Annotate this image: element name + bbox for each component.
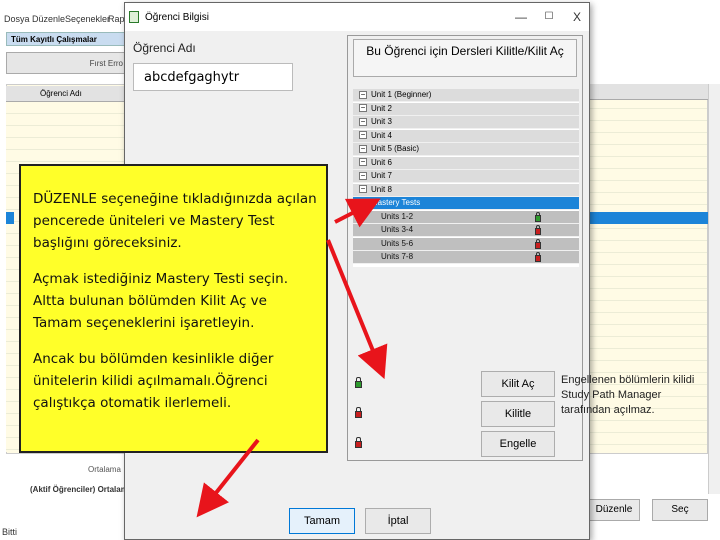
tree-item[interactable]: − Unit 7 <box>353 170 579 183</box>
collapse-icon[interactable]: − <box>359 131 367 140</box>
lock-icon <box>535 211 541 222</box>
unlock-button[interactable]: Kilit Aç <box>481 371 555 397</box>
collapse-icon[interactable]: − <box>359 198 367 207</box>
student-name-label: Öğrenci Adı <box>133 41 196 55</box>
tree-child-label: Units 5-6 <box>381 238 414 248</box>
green-lock-icon <box>355 377 362 388</box>
tree-item-label: Unit 6 <box>371 157 392 167</box>
tree-item[interactable]: − Unit 5 (Basic) <box>353 143 579 156</box>
note-paragraph-2: Açmak istediğiniz Mastery Testi seçin. A… <box>33 271 289 331</box>
tree-item[interactable]: − Unit 3 <box>353 116 579 129</box>
instruction-note: DÜZENLE seçeneğine tıkladığınızda açılan… <box>19 164 328 453</box>
select-button[interactable]: Seç <box>652 499 708 521</box>
ok-button[interactable]: Tamam <box>289 508 355 534</box>
collapse-icon[interactable]: − <box>359 117 367 126</box>
tree-child-item[interactable]: Units 7-8 <box>353 251 579 264</box>
selected-row[interactable] <box>588 212 708 224</box>
block-button[interactable]: Engelle <box>481 431 555 457</box>
footer-active-average: (Aktif Öğrenciler) Ortalama <box>30 485 133 494</box>
tree-item[interactable]: − Unit 2 <box>353 102 579 116</box>
student-name-column-header[interactable]: Öğrenci Adı <box>6 86 126 102</box>
menu-options[interactable]: Seçenekler <box>65 14 110 24</box>
collapse-icon[interactable]: − <box>359 158 367 167</box>
lock-icon <box>535 225 541 235</box>
collapse-icon[interactable]: − <box>359 90 367 99</box>
maximize-icon[interactable]: ☐ <box>535 9 563 25</box>
tree-child-item[interactable]: Units 3-4 <box>353 224 579 237</box>
tree-child-item[interactable]: Units 1-2 <box>353 210 579 224</box>
close-icon[interactable]: X <box>563 9 591 25</box>
collapse-icon[interactable]: − <box>359 104 367 113</box>
tree-item[interactable]: − Unit 6 <box>353 156 579 170</box>
tree-child-label: Units 3-4 <box>381 225 414 234</box>
footer-average: Ortalama <box>88 465 121 474</box>
tree-item-label: Unit 7 <box>371 171 392 180</box>
app-icon <box>129 11 139 23</box>
red-lock-icon <box>355 407 362 418</box>
menu-edit[interactable]: Düzenle <box>32 14 65 24</box>
tree-child-label: Units 1-2 <box>381 211 414 221</box>
tree-item-label: Unit 3 <box>371 117 392 126</box>
tree-item-label: Unit 8 <box>371 184 392 194</box>
lock-icon <box>535 252 541 262</box>
edit-button[interactable]: Düzenle <box>588 499 640 521</box>
filter-button[interactable]: Fırst Erro <box>6 52 128 74</box>
student-name-input[interactable]: abcdefgaghytr <box>133 63 293 91</box>
tree-item-label: Unit 5 (Basic) <box>371 144 420 153</box>
lock-panel-title: Bu Öğrenci için Dersleri Kilitle/Kilit A… <box>353 39 577 77</box>
tree-child-item[interactable]: Units 5-6 <box>353 237 579 251</box>
tree-item[interactable]: − Unit 4 <box>353 129 579 143</box>
tree-item-label: Unit 4 <box>371 130 392 140</box>
menu-file[interactable]: Dosya <box>4 14 30 24</box>
tree-item[interactable]: − Mastery Tests <box>353 197 579 210</box>
tree-item-label: Mastery Tests <box>371 198 421 207</box>
collapse-icon[interactable]: − <box>359 171 367 180</box>
vertical-scrollbar[interactable] <box>708 84 720 494</box>
blocked-info-text: Engellenen bölümlerin kilidi Study Path … <box>561 374 695 416</box>
results-grid-header <box>588 84 708 100</box>
dialog-titlebar[interactable]: Öğrenci Bilgisi — ☐ X <box>125 3 589 31</box>
collapse-icon[interactable]: − <box>359 144 367 153</box>
blocked-lock-icon <box>355 437 362 448</box>
tree-item-label: Unit 2 <box>371 103 392 113</box>
tree-item[interactable]: − Unit 1 (Beginner) <box>353 89 579 102</box>
status-text: Bitti <box>2 527 18 537</box>
tree-child-label: Units 7-8 <box>381 252 414 261</box>
selected-row-marker <box>6 212 14 224</box>
lock-button[interactable]: Kilitle <box>481 401 555 427</box>
lock-icon <box>535 238 541 249</box>
cancel-button[interactable]: İptal <box>365 508 431 534</box>
note-paragraph-1: DÜZENLE seçeneğine tıkladığınızda açılan… <box>33 191 317 251</box>
tree-item[interactable]: − Unit 8 <box>353 183 579 197</box>
dialog-title: Öğrenci Bilgisi <box>145 12 209 23</box>
collapse-icon[interactable]: − <box>359 185 367 194</box>
unit-tree[interactable]: − Unit 1 (Beginner) − Unit 2− Unit 3− Unit 4−… <box>353 89 579 267</box>
tree-item-label: Unit 1 (Beginner) <box>371 90 432 99</box>
tab-all-studies[interactable]: Tüm Kayıtlı Çalışmalar <box>6 32 126 46</box>
minimize-icon[interactable]: — <box>507 9 535 25</box>
note-paragraph-3: Ancak bu bölümden kesinlikle diğer ünite… <box>33 351 274 411</box>
